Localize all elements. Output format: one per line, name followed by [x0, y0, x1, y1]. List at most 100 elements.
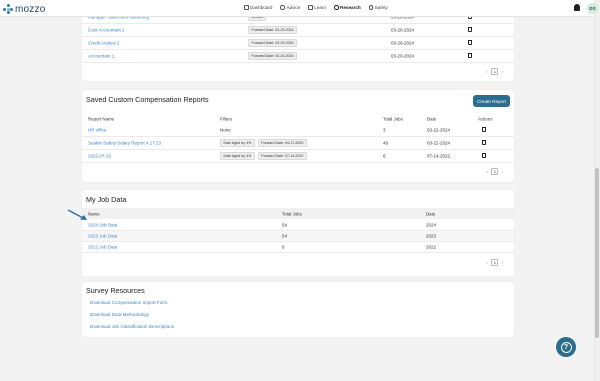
col-header: Total Jobs: [383, 116, 403, 121]
nav-research[interactable]: Research: [334, 5, 361, 10]
survey-resources-card: Survey Resources Download Compensation I…: [82, 282, 514, 337]
calendar-icon: [244, 5, 249, 10]
jobs-cell: 6: [282, 244, 285, 250]
help-button[interactable]: ?: [556, 337, 576, 357]
my-job-data-card: My Job Data Name Total Jobs Date 2024 Jo…: [82, 190, 514, 276]
table-row: 2024 Job Data 54 2024: [82, 219, 514, 231]
job-link[interactable]: Cost Accountant 2: [88, 28, 125, 33]
date-cell: 07-14-2022: [427, 153, 451, 159]
col-header: Actions: [478, 116, 493, 121]
trash-icon[interactable]: [468, 27, 472, 32]
trash-icon[interactable]: [482, 153, 486, 158]
date-cell: 2023: [426, 233, 437, 239]
table-row: 2023 Job Data 54 2023: [82, 231, 514, 242]
report-link[interactable]: 2022-07-15: [88, 154, 111, 159]
job-link[interactable]: Credit Analyst 2: [88, 41, 120, 46]
next-page-icon[interactable]: >: [501, 169, 503, 174]
bell-icon[interactable]: [574, 4, 580, 11]
safety-icon: [368, 5, 374, 10]
prev-page-icon[interactable]: <: [486, 69, 488, 74]
research-icon: [334, 5, 339, 10]
trash-icon[interactable]: [468, 53, 472, 58]
col-header: Total Jobs: [282, 211, 302, 216]
custom-reports-card: Saved Custom Compensation Reports Create…: [82, 90, 514, 182]
table-row: Cost Accountant 2 Forward Date: 03-20-20…: [82, 24, 514, 37]
filter-chip: Forward Date: 07-14-2022: [257, 152, 307, 160]
filter-chip: Date Aged by 4%: [220, 139, 255, 147]
next-page-icon[interactable]: >: [501, 69, 503, 74]
pagination: < 1 >: [486, 259, 504, 266]
page-number[interactable]: 1: [491, 259, 499, 266]
table-header: Report Name Filters Total Jobs Date Acti…: [82, 113, 514, 124]
top-navigation-bar: mozzo Dashboard Advice Learn Research Sa…: [0, 0, 598, 17]
trash-icon[interactable]: [482, 140, 486, 145]
mozzo-logo[interactable]: mozzo: [3, 3, 45, 15]
filter-chip: Forward Date: 03-20-2024: [248, 52, 298, 60]
nav-label: Learn: [314, 5, 327, 10]
avatar[interactable]: DS: [587, 3, 598, 14]
filter-chip: Date Aged by 4%: [220, 152, 255, 160]
create-report-button[interactable]: Create Report: [473, 95, 510, 107]
job-link[interactable]: Accountant 1: [88, 54, 114, 59]
page-number[interactable]: 1: [491, 68, 499, 75]
logo-icon: [3, 4, 13, 14]
filter-chip: Forward Date: 04-17-2023: [257, 139, 307, 147]
report-link[interactable]: Seattle Safety Salary Report 4.17.23: [88, 141, 161, 146]
annotation-arrow-icon: [67, 209, 87, 220]
page-number[interactable]: 1: [491, 168, 499, 175]
pagination: < 1 >: [486, 68, 504, 75]
col-header: Date: [427, 116, 437, 121]
nav-dashboard[interactable]: Dashboard: [244, 5, 272, 10]
date-cell: 2022: [426, 244, 437, 250]
job-data-link[interactable]: 2024 Job Data: [88, 222, 117, 227]
table-header: Name Total Jobs Date: [82, 208, 514, 219]
date-cell: 03-20-2024: [391, 53, 415, 59]
section-title: Survey Resources: [86, 286, 145, 295]
date-cell: 03-22-2024: [427, 127, 451, 133]
date-cell: 03-20-2024: [391, 27, 415, 33]
next-page-icon[interactable]: >: [501, 260, 503, 265]
filter-chip: Forward Date: 03-20-2024: [248, 26, 298, 34]
book-icon: [308, 5, 313, 10]
table-row: Accountant 1 Forward Date: 03-20-2024 03…: [82, 50, 514, 63]
job-data-link[interactable]: 2022 Job Data: [88, 245, 117, 250]
job-data-link[interactable]: 2023 Job Data: [88, 234, 117, 239]
date-cell: 03-22-2024: [427, 140, 451, 146]
nav-label: Research: [340, 5, 361, 10]
col-header: Name: [88, 211, 100, 216]
table-row: 2022-07-15 Date Aged by 4% Forward Date: …: [82, 150, 514, 163]
scrollbar-thumb[interactable]: [595, 168, 599, 338]
jobs-cell: 49: [383, 140, 389, 146]
jobs-cell: 54: [282, 233, 288, 239]
download-link[interactable]: Download Data Methodology: [90, 312, 149, 317]
question-icon: ?: [560, 341, 572, 353]
date-cell: 2024: [426, 222, 437, 227]
download-link[interactable]: Download Compensation Import Form: [90, 300, 168, 305]
jobs-cell: 54: [282, 222, 288, 227]
table-row: Credit Analyst 2 Forward Date: 03-20-202…: [82, 37, 514, 50]
section-title: My Job Data: [86, 195, 127, 204]
jobs-cell: 3: [383, 127, 386, 133]
nav-learn[interactable]: Learn: [308, 5, 326, 10]
report-link[interactable]: HR office: [88, 128, 106, 133]
pagination: < 1 >: [486, 168, 504, 175]
trash-icon[interactable]: [482, 127, 486, 132]
prev-page-icon[interactable]: <: [486, 260, 488, 265]
logo-text: mozzo: [15, 3, 46, 15]
jobs-cell: 6: [383, 153, 386, 159]
col-header: Date: [426, 211, 436, 216]
nav-label: Safety: [374, 5, 388, 10]
download-link[interactable]: Download Job Classification Descriptions: [90, 324, 174, 329]
section-title: Saved Custom Compensation Reports: [86, 95, 209, 104]
filter-text: None: [220, 127, 231, 133]
col-header: Report Name: [88, 116, 115, 121]
nav-safety[interactable]: Safety: [368, 5, 388, 10]
table-row: 2022 Job Data 6 2022: [82, 242, 514, 253]
nav-label: Dashboard: [250, 5, 273, 10]
nav-advice[interactable]: Advice: [280, 5, 300, 10]
table-row: HR office None 3 03-22-2024: [82, 124, 514, 137]
date-cell: 03-20-2024: [391, 40, 415, 46]
prev-page-icon[interactable]: <: [486, 169, 488, 174]
nav-label: Advice: [286, 5, 301, 10]
trash-icon[interactable]: [468, 40, 472, 45]
